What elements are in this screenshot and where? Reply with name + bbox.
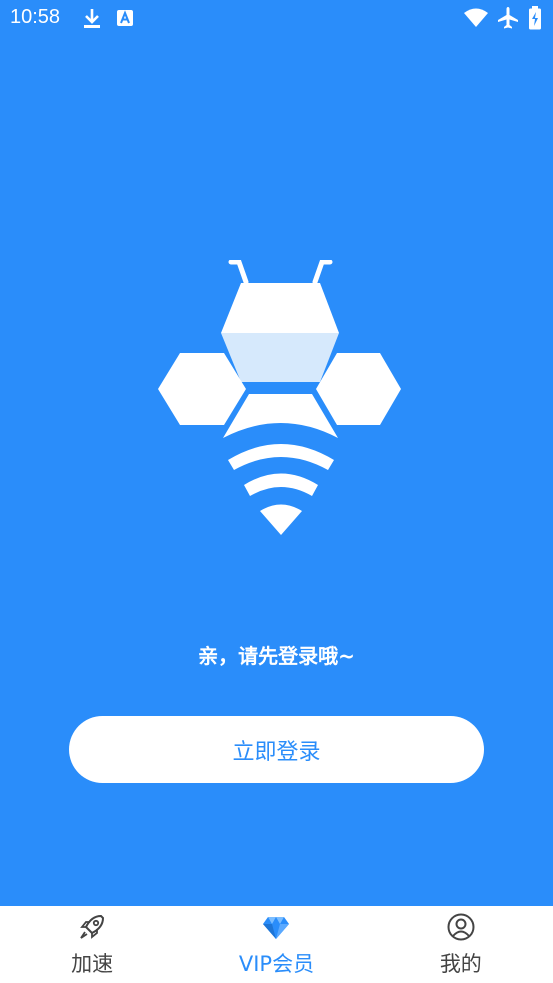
login-prompt-text: 亲，请先登录哦~ xyxy=(198,644,355,668)
diamond-icon xyxy=(261,912,291,942)
user-circle-icon xyxy=(446,912,476,942)
airplane-icon xyxy=(496,6,520,34)
status-time: 10:58 xyxy=(10,6,61,28)
nav-item-vip[interactable]: VIP会员 xyxy=(184,906,368,983)
nav-label-vip: VIP会员 xyxy=(238,952,315,976)
bee-logo xyxy=(158,259,403,535)
nav-label-accelerate: 加速 xyxy=(71,952,114,976)
login-button[interactable]: 立即登录 xyxy=(69,716,484,783)
text-badge-icon xyxy=(116,8,134,32)
nav-item-accelerate[interactable]: 加速 xyxy=(0,906,184,983)
download-icon xyxy=(82,8,102,34)
rocket-icon xyxy=(77,912,107,942)
bottom-nav: 加速 VIP会员 我的 xyxy=(0,906,553,983)
status-bar: 10:58 xyxy=(0,0,553,38)
wifi-icon xyxy=(463,7,489,33)
nav-item-mine[interactable]: 我的 xyxy=(369,906,553,983)
battery-charging-icon xyxy=(528,6,542,34)
nav-label-mine: 我的 xyxy=(439,952,482,976)
main-content: 亲，请先登录哦~ 立即登录 xyxy=(0,38,553,906)
